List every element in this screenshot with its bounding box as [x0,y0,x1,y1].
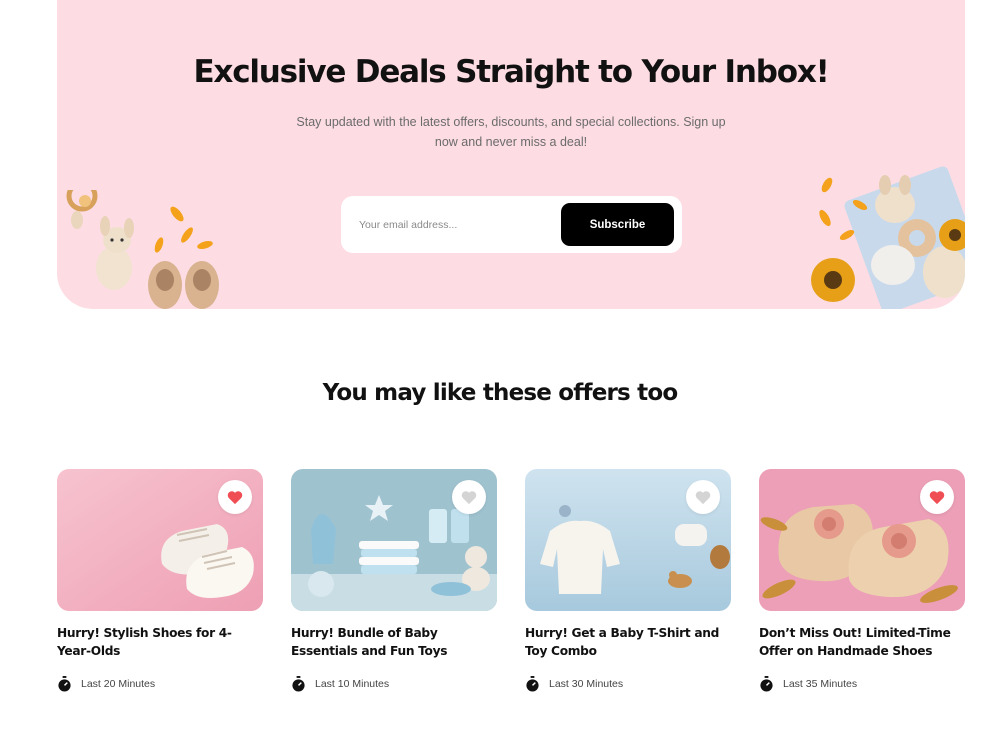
favorite-button[interactable] [218,480,252,514]
offer-time-remaining: Last 35 Minutes [759,676,965,692]
offer-title[interactable]: Hurry! Bundle of Baby Essentials and Fun… [291,624,497,660]
favorite-button[interactable] [686,480,720,514]
offer-card[interactable]: Hurry! Bundle of Baby Essentials and Fun… [291,469,497,692]
favorite-button[interactable] [452,480,486,514]
subscribe-form: Subscribe [341,196,682,253]
offer-time-remaining: Last 20 Minutes [57,676,263,692]
offer-time-label: Last 35 Minutes [783,678,858,690]
subscribe-button[interactable]: Subscribe [561,203,674,246]
stopwatch-icon [526,676,539,692]
heart-icon [695,490,711,504]
offer-time-remaining: Last 30 Minutes [525,676,731,692]
offer-time-label: Last 30 Minutes [549,678,624,690]
offer-time-label: Last 20 Minutes [81,678,156,690]
newsletter-banner: Exclusive Deals Straight to Your Inbox! … [57,0,965,309]
offer-image-blue-baby-essentials[interactable] [291,469,497,611]
offer-image-baby-sweater-toys[interactable] [525,469,731,611]
baby-toys-left-decoration [66,190,219,309]
email-input[interactable] [359,214,549,236]
newsletter-title: Exclusive Deals Straight to Your Inbox! [193,54,829,90]
offer-time-remaining: Last 10 Minutes [291,676,497,692]
heart-icon [929,490,945,504]
offer-title[interactable]: Don’t Miss Out! Limited-Time Offer on Ha… [759,624,965,660]
stopwatch-icon [292,676,305,692]
heart-icon [227,490,243,504]
offer-image-crochet-shoes[interactable] [759,469,965,611]
offer-title[interactable]: Hurry! Get a Baby T-Shirt and Toy Combo [525,624,731,660]
newsletter-description: Stay updated with the latest offers, dis… [296,115,726,149]
offer-card[interactable]: Hurry! Stylish Shoes for 4-Year-Olds Las… [57,469,263,692]
offer-card[interactable]: Hurry! Get a Baby T-Shirt and Toy Combo … [525,469,731,692]
baby-toys-right-decoration [811,166,965,309]
stopwatch-icon [58,676,71,692]
offer-title[interactable]: Hurry! Stylish Shoes for 4-Year-Olds [57,624,263,660]
offers-section-title: You may like these offers too [322,380,678,406]
offer-time-label: Last 10 Minutes [315,678,390,690]
offer-image-white-baby-shoes[interactable] [57,469,263,611]
heart-icon [461,490,477,504]
offer-card[interactable]: Don’t Miss Out! Limited-Time Offer on Ha… [759,469,965,692]
favorite-button[interactable] [920,480,954,514]
stopwatch-icon [760,676,773,692]
